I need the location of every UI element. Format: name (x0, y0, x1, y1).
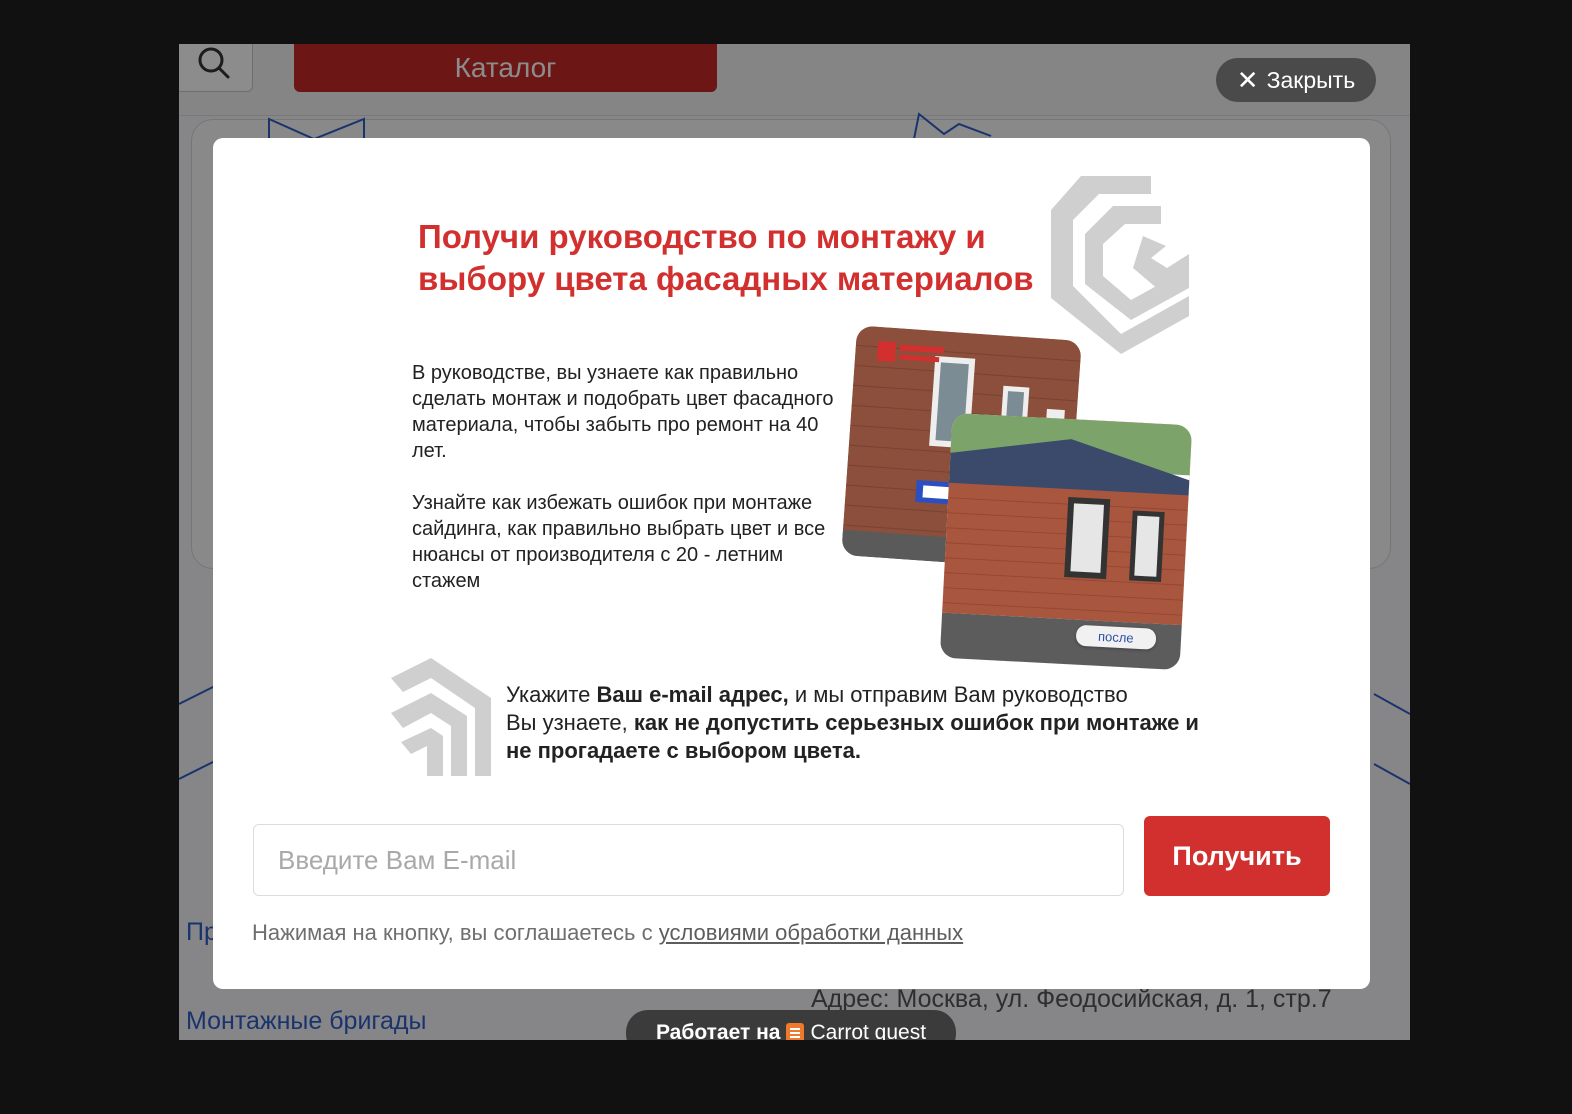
cta-line-2: Вы узнаете, как не допустить серьезных о… (506, 709, 1206, 765)
cta-line-1: Укажите Ваш e-mail адрес, и мы отправим … (506, 681, 1206, 709)
cta-text: Укажите Ваш e-mail адрес, и мы отправим … (506, 681, 1206, 765)
submit-button[interactable]: Получить (1144, 816, 1330, 896)
close-icon: ✕ (1236, 65, 1259, 95)
powered-by-badge[interactable]: Работает на Carrot quest (626, 1010, 956, 1040)
cta-line-1-prefix: Укажите (506, 682, 597, 707)
consent-text: Нажимая на кнопку, вы соглашаетесь с усл… (252, 920, 963, 946)
browser-viewport: Каталог Пр Монтажные бригады Адрес: Моск… (179, 44, 1410, 1040)
modal-description: В руководстве, вы узнаете как правильно … (412, 360, 852, 594)
email-input[interactable] (253, 824, 1124, 896)
house-after-illustration (939, 412, 1193, 671)
photo-after-label: после (1075, 624, 1157, 650)
powered-by-brand: Carrot quest (810, 1021, 927, 1040)
close-button-label: Закрыть (1266, 66, 1356, 93)
description-paragraph: В руководстве, вы узнаете как правильно … (412, 362, 834, 462)
brand-logo-icon (1051, 176, 1189, 354)
photo-after: после (939, 412, 1193, 671)
company-mini-logo-icon (876, 340, 944, 363)
modal-title: Получи руководство по монтажу и выбору ц… (418, 218, 1034, 297)
cta-line-1-suffix: и мы отправим Вам руководство (788, 682, 1128, 707)
privacy-terms-link[interactable]: условиями обработки данных (659, 920, 963, 945)
cta-line-1-bold: Ваш e-mail адрес, (596, 682, 789, 707)
lead-modal: Получи руководство по монтажу и выбору ц… (213, 138, 1370, 989)
carrot-quest-icon (786, 1023, 805, 1040)
brand-chevron-icon (391, 658, 491, 776)
description-paragraph: Узнайте как избежать ошибок при монтаже … (412, 492, 826, 592)
close-button[interactable]: ✕ Закрыть (1216, 58, 1376, 102)
powered-by-prefix: Работает на (655, 1021, 781, 1040)
consent-prefix: Нажимая на кнопку, вы соглашаетесь с (252, 920, 659, 945)
cta-line-2-prefix: Вы узнаете, (506, 710, 634, 735)
